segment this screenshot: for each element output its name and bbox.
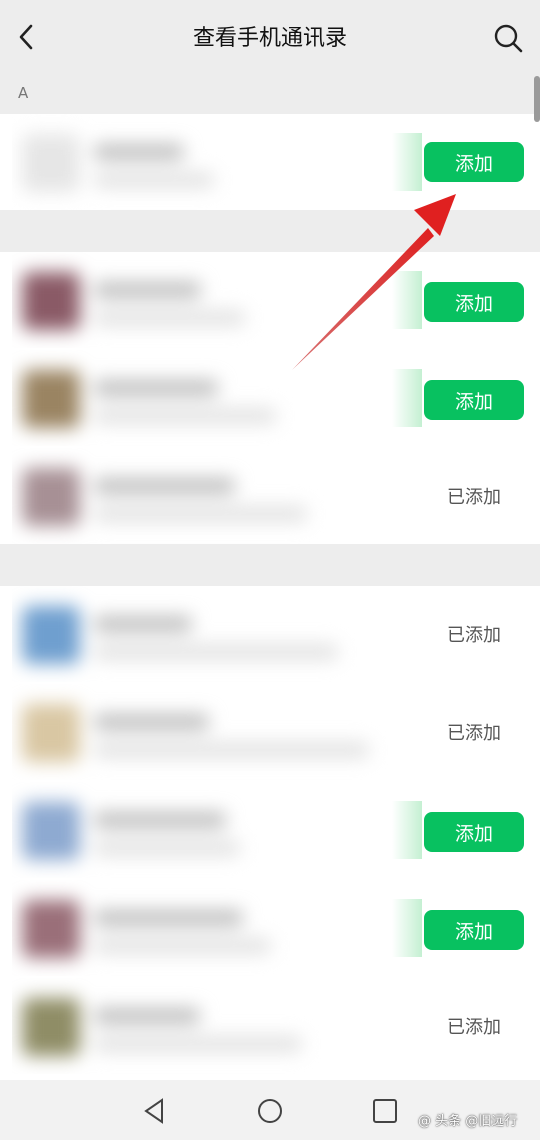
- avatar: [22, 370, 80, 428]
- blurred-contact-info: [12, 448, 422, 544]
- contact-row[interactable]: 添加: [0, 114, 540, 210]
- blurred-contact-info: [12, 978, 422, 1074]
- avatar: [22, 704, 80, 762]
- triangle-back-icon[interactable]: [140, 1096, 170, 1126]
- avatar: [22, 272, 80, 330]
- square-recent-icon[interactable]: [370, 1096, 400, 1126]
- section-header-a: A: [0, 74, 540, 114]
- add-contact-button[interactable]: 添加: [424, 812, 524, 852]
- blurred-contact-info: [12, 350, 422, 446]
- contact-row[interactable]: 已添加: [0, 586, 540, 682]
- contact-row[interactable]: 添加: [0, 350, 540, 446]
- avatar: [22, 606, 80, 664]
- top-bar: 查看手机通讯录: [0, 0, 540, 74]
- blurred-contact-info: [12, 252, 422, 348]
- blurred-contact-info: [12, 114, 422, 210]
- avatar: [22, 900, 80, 958]
- avatar: [22, 998, 80, 1056]
- section-divider: [0, 210, 540, 252]
- avatar: [22, 134, 80, 192]
- contact-row[interactable]: 添加: [0, 252, 540, 348]
- search-icon[interactable]: [492, 22, 524, 54]
- add-contact-button[interactable]: 添加: [424, 910, 524, 950]
- contact-row[interactable]: 已添加: [0, 448, 540, 544]
- contact-row[interactable]: 已添加: [0, 684, 540, 780]
- blurred-contact-info: [12, 586, 422, 682]
- blurred-contact-info: [12, 684, 422, 780]
- contact-row[interactable]: 添加: [0, 880, 540, 976]
- circle-home-icon[interactable]: [255, 1096, 285, 1126]
- blurred-contact-info: [12, 782, 422, 878]
- contact-row[interactable]: 已添加: [0, 978, 540, 1074]
- add-contact-button[interactable]: 添加: [424, 282, 524, 322]
- avatar: [22, 468, 80, 526]
- added-status-label: 已添加: [447, 487, 501, 508]
- blurred-contact-info: [12, 880, 422, 976]
- section-divider: [0, 544, 540, 586]
- scrollbar[interactable]: [534, 76, 540, 122]
- added-status-label: 已添加: [447, 625, 501, 646]
- contact-row[interactable]: 添加: [0, 782, 540, 878]
- section-letter: A: [18, 84, 29, 102]
- watermark: @ 头条 @旧远行: [418, 1114, 518, 1129]
- avatar: [22, 802, 80, 860]
- add-contact-button[interactable]: 添加: [424, 380, 524, 420]
- add-contact-button[interactable]: 添加: [424, 142, 524, 182]
- page-title: 查看手机通讯录: [192, 26, 347, 51]
- added-status-label: 已添加: [447, 1017, 501, 1038]
- added-status-label: 已添加: [447, 723, 501, 744]
